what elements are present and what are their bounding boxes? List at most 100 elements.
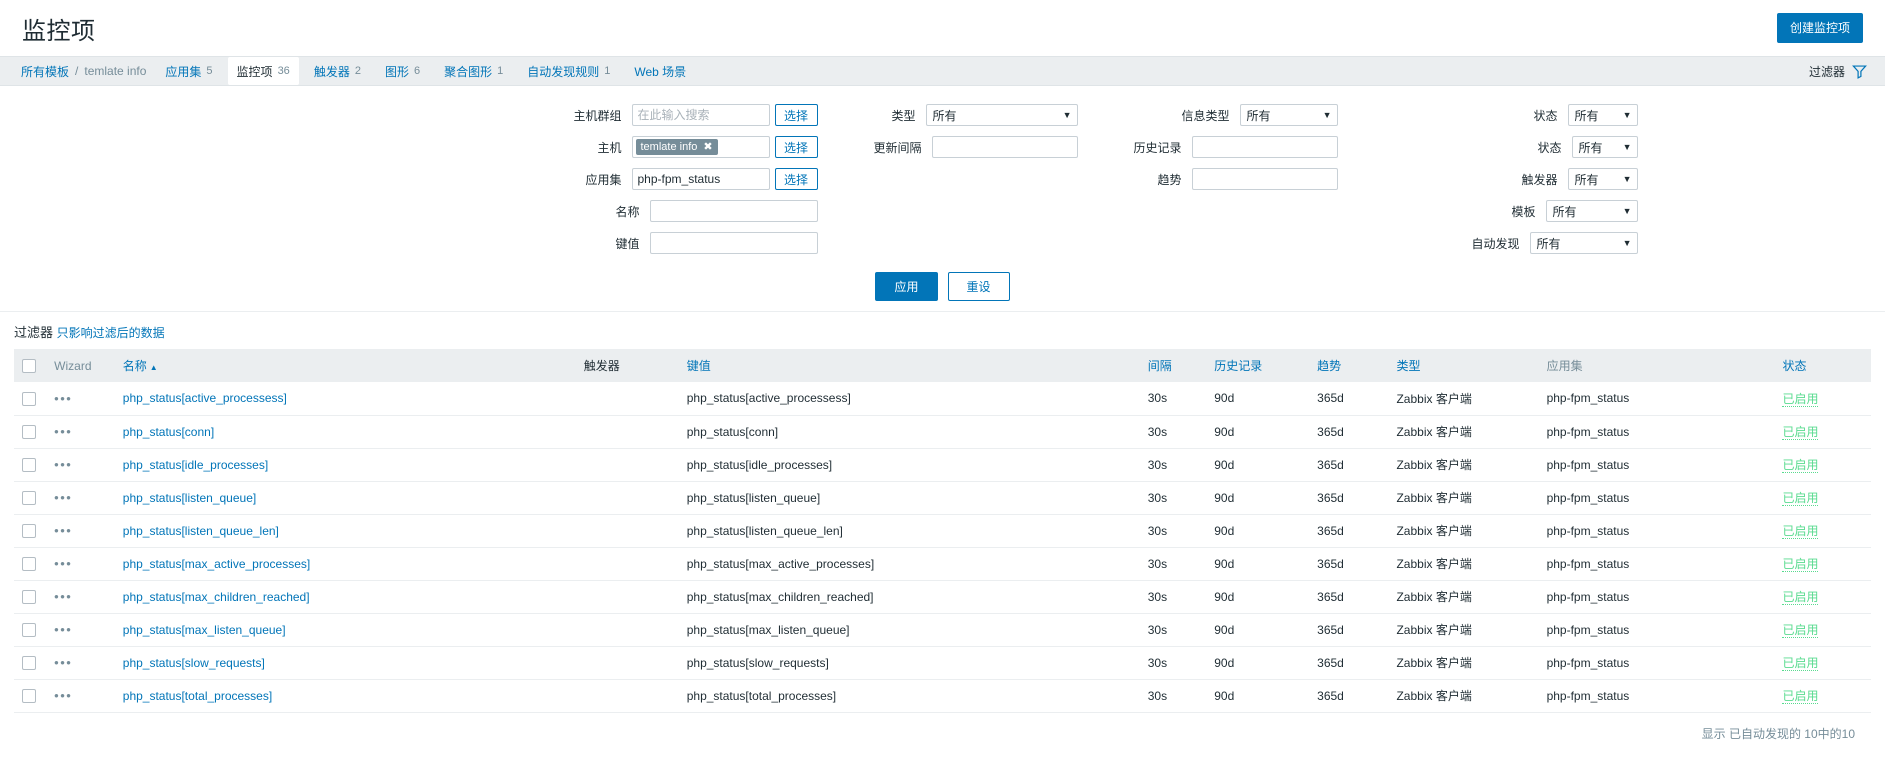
host-group-select-button[interactable]: 选择	[775, 104, 818, 126]
state-select[interactable]: 所有 ▼	[1572, 136, 1638, 158]
tab-discovery-rules[interactable]: 自动发现规则 1	[518, 57, 619, 85]
wizard-menu-icon[interactable]: •••	[54, 490, 72, 505]
row-trends-cell: 365d	[1309, 514, 1388, 547]
host-select-button[interactable]: 选择	[775, 136, 818, 158]
row-checkbox[interactable]	[22, 458, 36, 472]
name-input[interactable]	[650, 200, 818, 222]
trends-header[interactable]: 趋势	[1309, 349, 1388, 382]
row-checkbox[interactable]	[22, 590, 36, 604]
history-header[interactable]: 历史记录	[1206, 349, 1309, 382]
status-badge[interactable]: 已启用	[1782, 557, 1818, 572]
tab-items[interactable]: 监控项 36	[228, 57, 299, 85]
status-badge[interactable]: 已启用	[1782, 689, 1818, 704]
tab-web-scenarios[interactable]: Web 场景	[625, 57, 695, 85]
row-select-cell	[14, 613, 46, 646]
row-wizard-cell: •••	[46, 448, 115, 481]
item-name-link[interactable]: php_status[idle_processes]	[123, 458, 268, 472]
wizard-menu-icon[interactable]: •••	[54, 523, 72, 538]
wizard-menu-icon[interactable]: •••	[54, 556, 72, 571]
application-select-button[interactable]: 选择	[775, 168, 818, 190]
application-input[interactable]	[632, 168, 770, 190]
history-input[interactable]	[1192, 136, 1338, 158]
info-type-select[interactable]: 所有 ▼	[1240, 104, 1338, 126]
reset-button[interactable]: 重设	[948, 272, 1010, 301]
item-name-link[interactable]: php_status[active_processess]	[123, 391, 287, 405]
filter-row-update-interval: 更新间隔	[818, 136, 1078, 158]
wizard-menu-icon[interactable]: •••	[54, 688, 72, 703]
triggers-select[interactable]: 所有 ▼	[1568, 168, 1638, 190]
status-badge[interactable]: 已启用	[1782, 458, 1818, 473]
breadcrumb-all-templates[interactable]: 所有模板	[21, 63, 69, 80]
select-all-checkbox[interactable]	[22, 359, 36, 373]
tab-applications[interactable]: 应用集 5	[156, 57, 221, 85]
discovery-select[interactable]: 所有 ▼	[1530, 232, 1638, 254]
wizard-menu-icon[interactable]: •••	[54, 391, 72, 406]
status-badge[interactable]: 已启用	[1782, 392, 1818, 407]
host-multiselect[interactable]: temlate info ✖	[632, 136, 770, 158]
templated-label: 模板	[1511, 203, 1545, 220]
wizard-menu-icon[interactable]: •••	[54, 457, 72, 472]
status-select[interactable]: 所有 ▼	[1568, 104, 1638, 126]
status-badge[interactable]: 已启用	[1782, 524, 1818, 539]
tab-triggers[interactable]: 触发器 2	[305, 57, 370, 85]
row-triggers-cell	[576, 448, 679, 481]
templated-select[interactable]: 所有 ▼	[1546, 200, 1638, 222]
filter-row-history: 历史记录	[1078, 136, 1338, 158]
key-input[interactable]	[650, 232, 818, 254]
close-icon[interactable]: ✖	[703, 140, 712, 154]
host-group-input[interactable]	[632, 104, 770, 126]
name-header[interactable]: 名称▲	[115, 349, 576, 382]
row-checkbox[interactable]	[22, 524, 36, 538]
item-name-link[interactable]: php_status[max_listen_queue]	[123, 623, 286, 637]
type-header[interactable]: 类型	[1388, 349, 1538, 382]
interval-header[interactable]: 间隔	[1140, 349, 1206, 382]
item-name-link[interactable]: php_status[listen_queue_len]	[123, 524, 279, 538]
item-name-link[interactable]: php_status[conn]	[123, 425, 214, 439]
create-item-button[interactable]: 创建监控项	[1777, 13, 1863, 43]
row-checkbox[interactable]	[22, 392, 36, 406]
row-checkbox[interactable]	[22, 623, 36, 637]
trends-input[interactable]	[1192, 168, 1338, 190]
tab-applications-count: 5	[206, 65, 212, 77]
item-name-link[interactable]: php_status[max_active_processes]	[123, 557, 310, 571]
row-checkbox[interactable]	[22, 689, 36, 703]
item-name-link[interactable]: php_status[listen_queue]	[123, 491, 256, 505]
row-checkbox[interactable]	[22, 557, 36, 571]
filter-toggle[interactable]: 过滤器	[1805, 57, 1871, 85]
wizard-menu-icon[interactable]: •••	[54, 589, 72, 604]
wizard-menu-icon[interactable]: •••	[54, 655, 72, 670]
status-badge[interactable]: 已启用	[1782, 623, 1818, 638]
apply-button[interactable]: 应用	[875, 272, 937, 301]
status-badge[interactable]: 已启用	[1782, 491, 1818, 506]
wizard-menu-icon[interactable]: •••	[54, 424, 72, 439]
key-header[interactable]: 键值	[679, 349, 1140, 382]
status-badge[interactable]: 已启用	[1782, 590, 1818, 605]
table-row: •••php_status[max_children_reached]php_s…	[14, 580, 1871, 613]
breadcrumb-current-template[interactable]: temlate info	[84, 64, 146, 78]
triggers-select-value: 所有	[1575, 171, 1599, 188]
item-name-link[interactable]: php_status[slow_requests]	[123, 656, 265, 670]
tab-graphs[interactable]: 图形 6	[376, 57, 429, 85]
row-checkbox[interactable]	[22, 425, 36, 439]
items-table-head: Wizard 名称▲ 触发器 键值 间隔 历史记录 趋势 类型 应用集 状态	[14, 349, 1871, 382]
status-badge[interactable]: 已启用	[1782, 425, 1818, 440]
chevron-down-icon: ▼	[1615, 174, 1632, 184]
tab-screens[interactable]: 聚合图形 1	[435, 57, 512, 85]
row-checkbox[interactable]	[22, 656, 36, 670]
row-type-cell: Zabbix 客户端	[1388, 514, 1538, 547]
item-name-link[interactable]: php_status[total_processes]	[123, 689, 272, 703]
status-header[interactable]: 状态	[1774, 349, 1871, 382]
status-badge[interactable]: 已启用	[1782, 656, 1818, 671]
update-interval-input[interactable]	[932, 136, 1078, 158]
row-name-cell: php_status[listen_queue]	[115, 481, 576, 514]
row-select-cell	[14, 514, 46, 547]
host-chip[interactable]: temlate info ✖	[636, 139, 718, 155]
row-select-cell	[14, 646, 46, 679]
type-select[interactable]: 所有 ▼	[926, 104, 1078, 126]
row-history-cell: 90d	[1206, 547, 1309, 580]
wizard-menu-icon[interactable]: •••	[54, 622, 72, 637]
item-name-link[interactable]: php_status[max_children_reached]	[123, 590, 310, 604]
row-wizard-cell: •••	[46, 382, 115, 415]
row-trends-cell: 365d	[1309, 613, 1388, 646]
row-checkbox[interactable]	[22, 491, 36, 505]
